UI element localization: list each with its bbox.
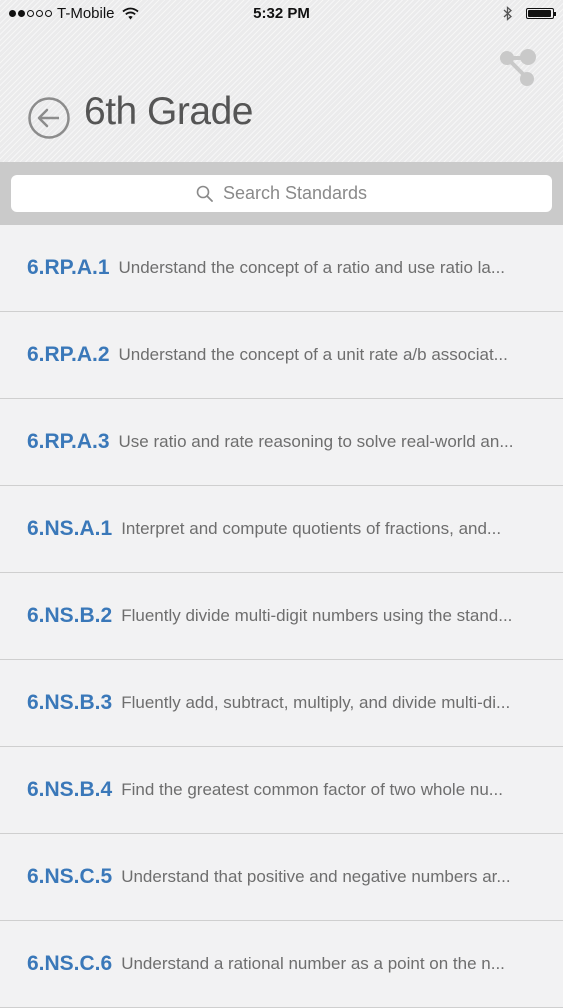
- list-item[interactable]: 6.NS.C.6 Understand a rational number as…: [0, 921, 563, 1008]
- list-item[interactable]: 6.RP.A.1 Understand the concept of a rat…: [0, 225, 563, 312]
- standard-description: Understand that positive and negative nu…: [121, 867, 511, 886]
- battery-icon: [526, 8, 556, 19]
- search-input[interactable]: Search Standards: [11, 175, 552, 212]
- standard-code: 6.NS.C.6: [27, 952, 113, 975]
- standard-description: Understand a rational number as a point …: [121, 954, 505, 973]
- back-button[interactable]: [27, 96, 71, 140]
- list-item[interactable]: 6.RP.A.2 Understand the concept of a uni…: [0, 312, 563, 399]
- list-item[interactable]: 6.NS.B.2 Fluently divide multi-digit num…: [0, 573, 563, 660]
- page-title: 6th Grade: [84, 90, 253, 133]
- status-time: 5:32 PM: [253, 5, 310, 22]
- standard-description: Understand the concept of a ratio and us…: [118, 258, 506, 277]
- standard-code: 6.RP.A.3: [27, 430, 110, 453]
- standard-description: Fluently divide multi-digit numbers usin…: [121, 606, 513, 625]
- standards-list: 6.RP.A.1 Understand the concept of a rat…: [0, 225, 563, 1008]
- standard-description: Understand the concept of a unit rate a/…: [118, 345, 508, 364]
- status-bar: T-Mobile 5:32 PM: [0, 0, 563, 30]
- standard-code: 6.NS.B.3: [27, 691, 113, 714]
- standard-code: 6.NS.B.4: [27, 778, 113, 801]
- search-bar: Search Standards: [0, 162, 563, 225]
- standard-code: 6.NS.A.1: [27, 517, 113, 540]
- standard-description: Fluently add, subtract, multiply, and di…: [121, 693, 511, 712]
- standard-code: 6.NS.B.2: [27, 604, 113, 627]
- standard-code: 6.RP.A.1: [27, 256, 110, 279]
- list-item[interactable]: 6.RP.A.3 Use ratio and rate reasoning to…: [0, 399, 563, 486]
- list-item[interactable]: 6.NS.C.5 Understand that positive and ne…: [0, 834, 563, 921]
- standard-description: Use ratio and rate reasoning to solve re…: [118, 432, 514, 451]
- standard-code: 6.RP.A.2: [27, 343, 110, 366]
- standard-description: Interpret and compute quotients of fract…: [121, 519, 502, 538]
- bluetooth-icon: [503, 6, 512, 21]
- share-network-icon[interactable]: [497, 48, 539, 88]
- search-icon: [196, 185, 213, 202]
- list-item[interactable]: 6.NS.A.1 Interpret and compute quotients…: [0, 486, 563, 573]
- list-item[interactable]: 6.NS.B.4 Find the greatest common factor…: [0, 747, 563, 834]
- standard-description: Find the greatest common factor of two w…: [121, 780, 503, 799]
- search-placeholder: Search Standards: [222, 183, 368, 203]
- list-item[interactable]: 6.NS.B.3 Fluently add, subtract, multipl…: [0, 660, 563, 747]
- standard-code: 6.NS.C.5: [27, 865, 113, 888]
